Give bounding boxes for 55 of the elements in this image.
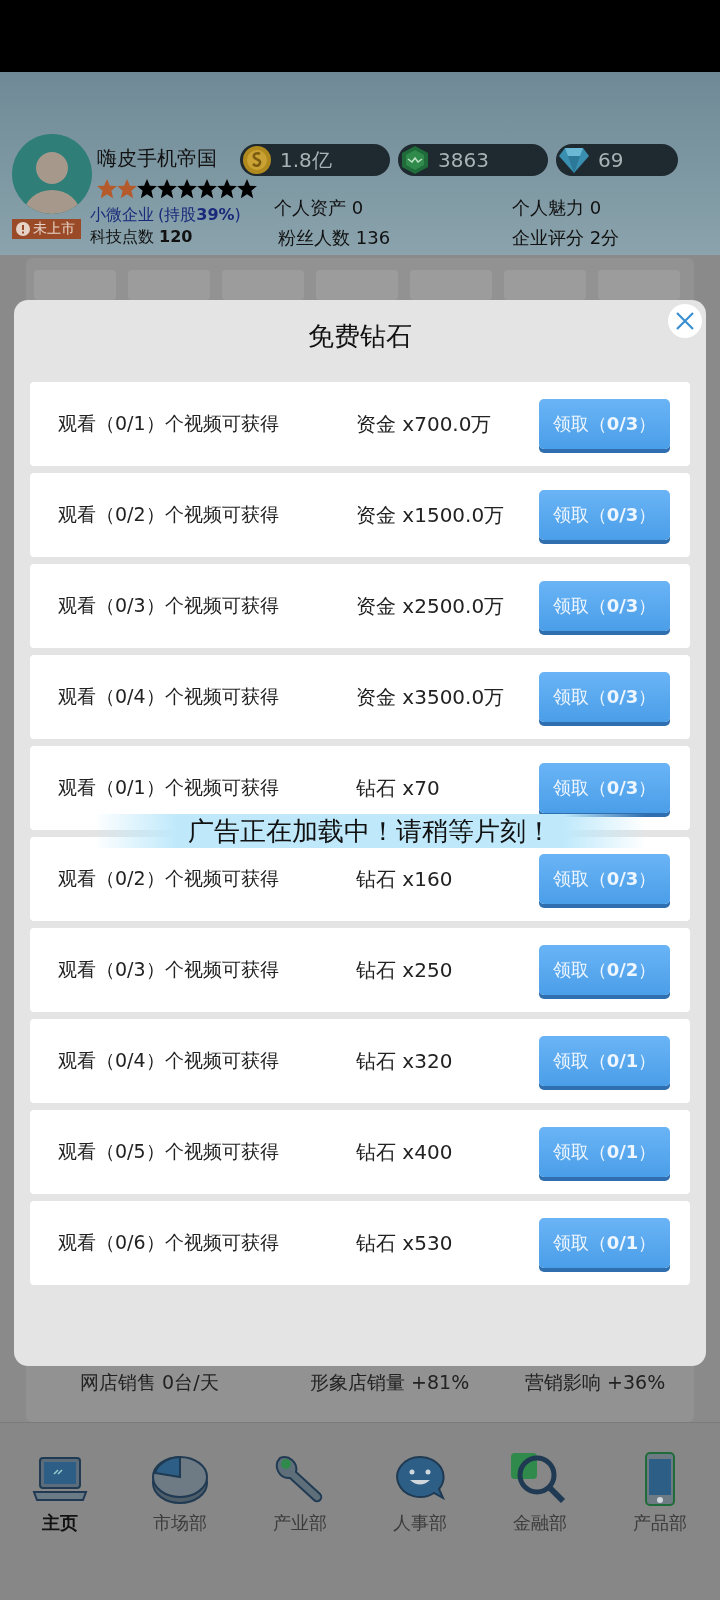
close-icon <box>675 311 695 331</box>
task-text: 观看（0/2）个视频可获得 <box>58 866 280 891</box>
tab-button[interactable] <box>504 270 586 300</box>
nav-tab[interactable]: 产品部 <box>605 1451 715 1600</box>
task-text: 观看（0/1）个视频可获得 <box>58 411 280 436</box>
task-text: 观看（0/1）个视频可获得 <box>58 775 280 800</box>
task-text: 观看（0/5）个视频可获得 <box>58 1139 280 1164</box>
coin-icon <box>242 145 272 175</box>
shareholding: (持股39%) <box>158 205 241 226</box>
reward-text: 资金 x1500.0万 <box>356 501 506 529</box>
tab-button[interactable] <box>34 270 116 300</box>
reward-text: 钻石 x160 <box>356 865 454 893</box>
nav-tab[interactable]: 人事部 <box>365 1451 475 1600</box>
reward-text: 钻石 x70 <box>356 774 441 802</box>
currency-counter: 69 <box>556 144 678 176</box>
task-text: 观看（0/4）个视频可获得 <box>58 1048 280 1073</box>
status-badge: 未上市 <box>12 219 81 239</box>
nav-tab[interactable]: 金融部 <box>485 1451 595 1600</box>
reward-text: 钻石 x250 <box>356 956 454 984</box>
reward-text: 钻石 x320 <box>356 1047 454 1075</box>
hexagon-gem-icon <box>400 145 430 175</box>
tab-button[interactable] <box>222 270 304 300</box>
warning-icon <box>16 222 30 236</box>
tab-button[interactable] <box>128 270 210 300</box>
stat-text: 营销影响 +36% <box>525 1370 667 1395</box>
tab-button[interactable] <box>316 270 398 300</box>
task-text: 观看（0/3）个视频可获得 <box>58 957 280 982</box>
task-text: 观看（0/2）个视频可获得 <box>58 502 280 527</box>
stat-text: 粉丝人数 136 <box>278 226 391 250</box>
stat-text: 个人魅力 0 <box>512 196 602 220</box>
company-type: 小微企业 <box>90 205 154 226</box>
close-button[interactable] <box>668 304 702 338</box>
nav-tab[interactable]: 产业部 <box>245 1451 355 1600</box>
currency-counter: 3863 <box>398 144 548 176</box>
company-name: 嗨皮手机帝国 <box>97 145 217 172</box>
nav-tab[interactable]: 市场部 <box>125 1451 235 1600</box>
smartphone-icon <box>643 1451 677 1507</box>
currency-counter: 1.8亿 <box>240 144 390 176</box>
tab-button[interactable] <box>410 270 492 300</box>
reward-text: 资金 x700.0万 <box>356 410 493 438</box>
stat-text: 企业评分 2分 <box>512 226 620 250</box>
nav-tab[interactable]: 主页 <box>5 1451 115 1600</box>
stat-text: 个人资产 0 <box>274 196 364 220</box>
reward-text: 资金 x3500.0万 <box>356 683 506 711</box>
diamond-icon <box>558 146 590 174</box>
task-text: 观看（0/6）个视频可获得 <box>58 1230 280 1255</box>
tech-points: 科技点数 120 <box>90 227 193 248</box>
stat-text: 网店销售 0台/天 <box>80 1370 220 1395</box>
reward-text: 钻石 x400 <box>356 1138 454 1166</box>
reward-text: 钻石 x530 <box>356 1229 454 1257</box>
modal-title: 免费钻石 <box>307 320 413 353</box>
stat-text: 形象店销量 +81% <box>310 1370 471 1395</box>
reward-text: 资金 x2500.0万 <box>356 592 506 620</box>
task-text: 观看（0/4）个视频可获得 <box>58 684 280 709</box>
task-text: 观看（0/3）个视频可获得 <box>58 593 280 618</box>
